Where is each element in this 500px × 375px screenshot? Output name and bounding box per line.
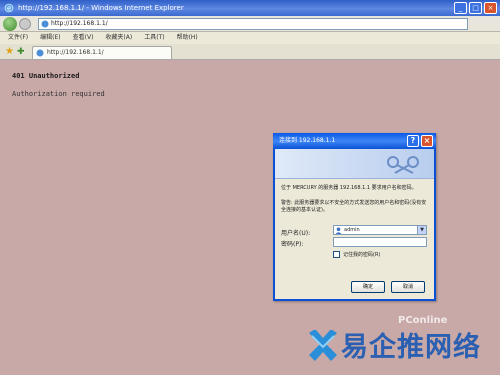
svg-text:e: e (7, 5, 11, 13)
pconline-watermark: PConline (398, 315, 448, 326)
menu-bar: 文件(F) 编辑(E) 查看(V) 收藏夹(A) 工具(T) 帮助(H) (0, 32, 500, 44)
add-favorite-icon[interactable]: ✚ (17, 46, 25, 58)
ie-icon: e (4, 3, 14, 13)
forward-button[interactable] (19, 18, 31, 30)
dialog-banner (275, 149, 434, 179)
keys-icon (387, 156, 419, 174)
favorites-star-icon[interactable]: ★ (5, 46, 14, 58)
maximize-button[interactable]: □ (469, 2, 482, 14)
tab-bar: ★ ✚ http://192.168.1.1/ (0, 44, 500, 60)
dialog-close-button[interactable]: × (421, 135, 433, 147)
menu-tools[interactable]: 工具(T) (144, 32, 164, 44)
username-value: admin (344, 227, 360, 233)
window-controls: _ □ × (454, 2, 497, 14)
password-field[interactable] (333, 237, 427, 247)
menu-favorites[interactable]: 收藏夹(A) (105, 32, 132, 44)
menu-view[interactable]: 查看(V) (73, 32, 94, 44)
cancel-button[interactable]: 取消 (391, 281, 425, 293)
chevron-down-icon[interactable]: ▼ (417, 226, 426, 234)
help-button[interactable]: ? (407, 135, 419, 147)
user-icon (335, 227, 342, 234)
password-label: 密码(P): (281, 241, 304, 248)
brand-logo-icon (309, 330, 337, 361)
remember-password[interactable]: 记住我的密码(R) (333, 251, 380, 258)
dialog-warning: 警告: 此服务器要求以不安全的方式发送您的用户名和密码(没有安全连接的基本认证)… (281, 200, 427, 213)
window-title: http://192.168.1.1/ - Windows Internet E… (18, 4, 184, 12)
remember-checkbox[interactable] (333, 251, 340, 258)
ok-button[interactable]: 确定 (351, 281, 385, 293)
window-titlebar: e http://192.168.1.1/ - Windows Internet… (0, 0, 500, 16)
menu-file[interactable]: 文件(F) (8, 32, 28, 44)
dialog-message: 位于 MERCURY 的服务器 192.168.1.1 要求用户名和密码。 (281, 185, 417, 191)
remember-label: 记住我的密码(R) (343, 252, 381, 258)
address-url: http://192.168.1.1/ (51, 20, 108, 27)
back-button[interactable] (3, 17, 17, 31)
username-field[interactable]: admin ▼ (333, 225, 427, 235)
minimize-button[interactable]: _ (454, 2, 467, 14)
dialog-title: 连接到 192.168.1.1 (279, 137, 336, 144)
page-heading: 401 Unauthorized (12, 72, 80, 80)
menu-help[interactable]: 帮助(H) (177, 32, 198, 44)
dialog-titlebar: 连接到 192.168.1.1 ? × (273, 133, 436, 149)
page-text: Authorization required (12, 90, 105, 98)
page-icon (41, 20, 49, 28)
username-label: 用户名(U): (281, 230, 311, 237)
auth-dialog: 连接到 192.168.1.1 ? × 位于 MERCURY 的服务器 192.… (273, 133, 436, 301)
brand-watermark: 易企推网络 (341, 332, 481, 363)
address-toolbar: http://192.168.1.1/ (0, 16, 500, 32)
address-bar[interactable]: http://192.168.1.1/ (38, 18, 468, 30)
menu-edit[interactable]: 编辑(E) (40, 32, 60, 44)
tab-current[interactable]: http://192.168.1.1/ (32, 46, 172, 59)
tab-label: http://192.168.1.1/ (47, 49, 104, 56)
close-window-button[interactable]: × (484, 2, 497, 14)
tab-page-icon (36, 49, 44, 57)
